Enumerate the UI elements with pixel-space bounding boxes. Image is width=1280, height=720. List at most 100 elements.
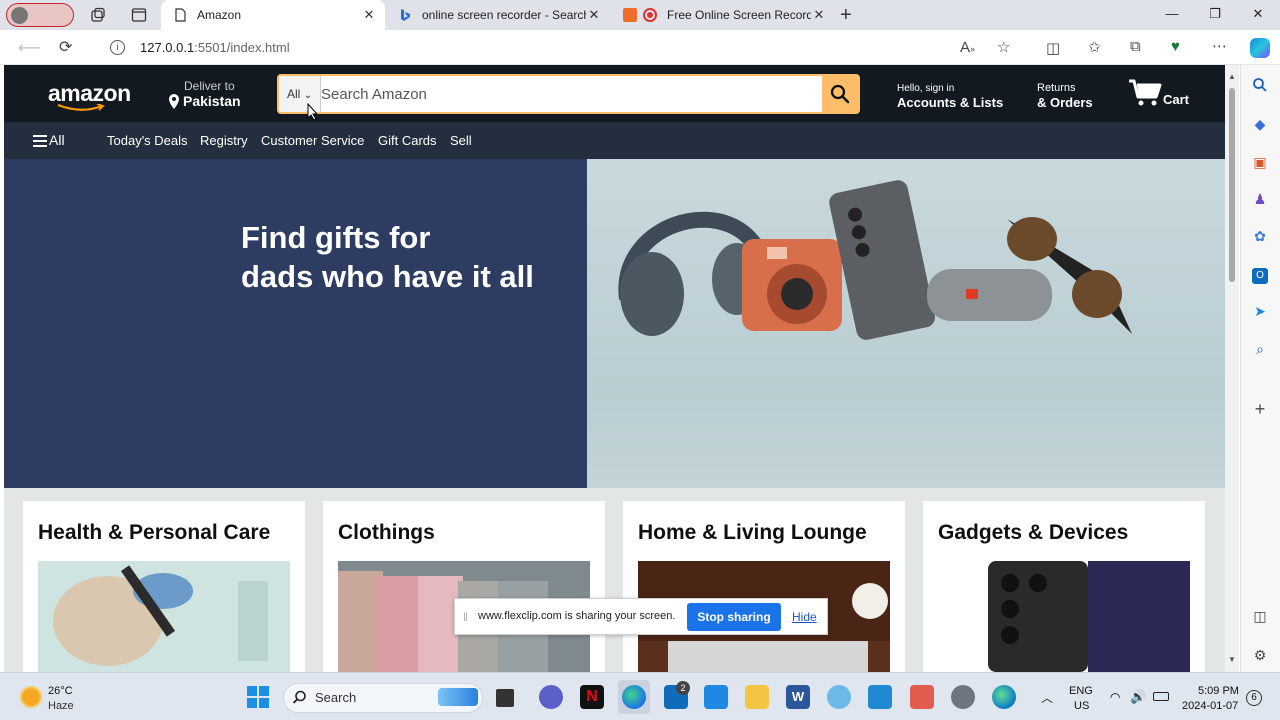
notification-badge[interactable]: 6 — [1246, 690, 1262, 706]
subnav-sell[interactable]: Sell — [450, 133, 472, 148]
cart-icon[interactable] — [1128, 79, 1162, 112]
mail-badge: 2 — [676, 681, 690, 695]
read-aloud-icon[interactable]: A» — [960, 39, 975, 56]
snipping-tool-icon[interactable] — [910, 685, 934, 709]
settings-gear-icon[interactable]: ⚙ — [1251, 646, 1269, 664]
clock-time[interactable]: 5:09 PM — [1198, 685, 1239, 697]
vscode-icon[interactable] — [868, 685, 892, 709]
edge-beta-icon[interactable] — [992, 685, 1016, 709]
workspaces-icon[interactable] — [90, 7, 106, 23]
clock-date[interactable]: 2024-01-07 — [1182, 700, 1238, 712]
deliver-country[interactable]: Pakistan — [183, 93, 241, 109]
hide-link[interactable]: Hide — [792, 610, 817, 624]
subnav-gift-cards[interactable]: Gift Cards — [378, 133, 437, 148]
bing-search-icon[interactable]: ⌕ — [1251, 340, 1269, 358]
search-input[interactable] — [321, 76, 821, 112]
scroll-down-icon[interactable]: ▼ — [1228, 655, 1236, 664]
scrollbar-thumb[interactable] — [1229, 88, 1235, 282]
restore-icon[interactable]: ❐ — [1205, 6, 1225, 22]
page-icon — [173, 8, 187, 22]
search-box: All ⌄ — [277, 74, 860, 114]
copilot-icon[interactable] — [1250, 38, 1270, 58]
search-highlight-icon — [438, 688, 478, 706]
card-title: Gadgets & Devices — [938, 521, 1129, 544]
screen: Amazon ✕ online screen recorder - Search… — [0, 0, 1280, 720]
wifi-icon[interactable]: ◠ — [1110, 690, 1120, 704]
microsoft-365-icon[interactable]: ✿ — [1251, 227, 1269, 245]
minimize-icon[interactable]: — — [1162, 6, 1182, 21]
windows-start-icon[interactable] — [247, 686, 269, 713]
sidebar-toggle-icon[interactable]: ◫ — [1251, 607, 1269, 625]
hamburger-menu-icon[interactable] — [33, 134, 47, 152]
tab-title: Amazon — [197, 8, 242, 22]
favorites-icon[interactable]: ✩ — [1088, 38, 1101, 56]
outlook-icon[interactable]: O — [1251, 264, 1269, 284]
close-tab-icon[interactable]: ✕ — [361, 7, 377, 23]
orders-link[interactable]: & Orders — [1037, 95, 1093, 110]
settings-icon[interactable] — [951, 685, 975, 709]
task-view-icon[interactable] — [496, 689, 514, 707]
subnav-customer-service[interactable]: Customer Service — [261, 133, 364, 148]
network-app-icon[interactable] — [827, 685, 851, 709]
add-sidebar-icon[interactable]: + — [1251, 400, 1269, 418]
split-screen-icon[interactable]: ◫ — [1046, 39, 1060, 57]
tray-chevron-up-icon[interactable]: ︿ — [1041, 689, 1053, 706]
language-primary[interactable]: ENG — [1069, 685, 1093, 697]
back-icon[interactable]: ⟵ — [18, 38, 41, 58]
weather-temp: 26°C — [48, 685, 73, 697]
stop-sharing-button[interactable]: Stop sharing — [687, 603, 781, 631]
tab-bing-search[interactable]: online screen recorder - Search ✕ — [386, 0, 610, 30]
card-home-living-lounge[interactable]: Home & Living Lounge — [623, 501, 905, 672]
drag-handle-icon[interactable]: ‖ — [463, 610, 468, 624]
close-window-icon[interactable]: ✕ — [1248, 6, 1268, 22]
more-options-icon[interactable]: ⋯ — [1212, 37, 1227, 55]
search-button[interactable] — [822, 76, 858, 112]
cart-link[interactable]: Cart — [1163, 92, 1189, 107]
flexclip-icon — [623, 8, 637, 22]
scroll-up-icon[interactable]: ▲ — [1228, 72, 1236, 81]
search-icon[interactable] — [1251, 77, 1269, 95]
store-icon[interactable] — [704, 685, 728, 709]
collections-icon[interactable]: ⧉ — [1130, 38, 1141, 55]
subnav-all[interactable]: All — [49, 132, 65, 148]
accounts-lists-link[interactable]: Accounts & Lists — [897, 95, 1003, 110]
teams-meet-icon[interactable] — [539, 685, 563, 709]
battery-icon[interactable] — [1153, 692, 1169, 701]
hero-banner-image[interactable] — [587, 159, 1225, 488]
language-region[interactable]: US — [1074, 700, 1089, 712]
hero-banner-left[interactable] — [4, 159, 587, 488]
toolbox-icon[interactable]: ▣ — [1251, 153, 1269, 171]
refresh-icon[interactable]: ⟳ — [59, 37, 72, 57]
card-health-personal-care[interactable]: Health & Personal Care — [23, 501, 305, 672]
tab-actions-icon[interactable] — [131, 7, 147, 23]
subnav-registry[interactable]: Registry — [200, 133, 248, 148]
weather-sun-icon[interactable] — [20, 686, 42, 708]
drop-icon[interactable]: ➤ — [1251, 302, 1269, 320]
search-icon — [292, 690, 307, 710]
close-tab-icon[interactable]: ✕ — [586, 7, 602, 23]
subnav-todays-deals[interactable]: Today's Deals — [107, 133, 188, 148]
word-icon[interactable]: W — [786, 685, 810, 709]
close-tab-icon[interactable]: ✕ — [811, 7, 827, 23]
tab-amazon[interactable]: Amazon ✕ — [161, 0, 385, 30]
card-title: Home & Living Lounge — [638, 521, 867, 544]
favorite-star-icon[interactable]: ☆ — [997, 38, 1010, 56]
shopping-tag-icon[interactable]: ◆ — [1251, 115, 1269, 133]
browser-essentials-icon[interactable]: ♥ — [1171, 38, 1180, 55]
site-info-icon[interactable]: i — [110, 40, 125, 55]
card-gadgets-devices[interactable]: Gadgets & Devices — [923, 501, 1205, 672]
card-image[interactable] — [38, 561, 290, 672]
new-tab-icon[interactable]: + — [840, 4, 852, 27]
amazon-logo[interactable]: amazon — [48, 80, 131, 107]
url-field[interactable]: 127.0.0.1:5501/index.html — [140, 40, 290, 55]
games-icon[interactable]: ♟ — [1251, 190, 1269, 208]
netflix-icon[interactable]: N — [580, 685, 604, 709]
profile-avatar[interactable] — [6, 3, 74, 27]
card-title: Clothings — [338, 521, 435, 544]
volume-icon[interactable]: 🔊 — [1130, 689, 1146, 705]
card-image[interactable] — [938, 561, 1190, 672]
file-explorer-icon[interactable] — [745, 685, 769, 709]
edge-icon[interactable] — [622, 685, 646, 709]
tab-flexclip[interactable]: Free Online Screen Recorder ✕ — [611, 0, 835, 30]
card-clothings[interactable]: Clothings — [323, 501, 605, 672]
